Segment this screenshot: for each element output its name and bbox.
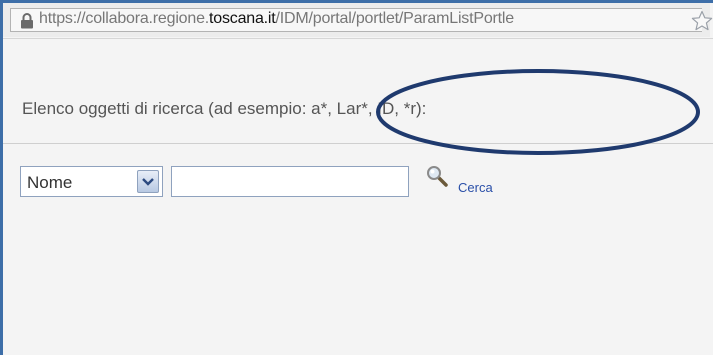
url-domain: toscana.it (209, 10, 276, 27)
section-divider (3, 143, 713, 144)
toolbar-divider (3, 38, 713, 39)
bookmark-star-icon[interactable] (691, 10, 713, 32)
dropdown-button[interactable] (137, 170, 159, 193)
url-path: /IDM/portal/portlet/ParamListPortle (275, 10, 515, 27)
search-prompt: Elenco oggetti di ricerca (ad esempio: a… (22, 99, 427, 118)
lock-icon (21, 13, 33, 29)
search-field-select[interactable]: Nome (20, 166, 163, 197)
url-prefix: https://collabora.regione. (39, 10, 210, 27)
search-input[interactable] (171, 166, 409, 197)
search-icon[interactable] (426, 165, 448, 187)
url-text: https://collabora.regione.toscana.it/IDM… (39, 10, 514, 28)
chevron-down-icon (142, 178, 154, 186)
search-link[interactable]: Cerca (458, 180, 493, 195)
select-value: Nome (27, 173, 73, 192)
